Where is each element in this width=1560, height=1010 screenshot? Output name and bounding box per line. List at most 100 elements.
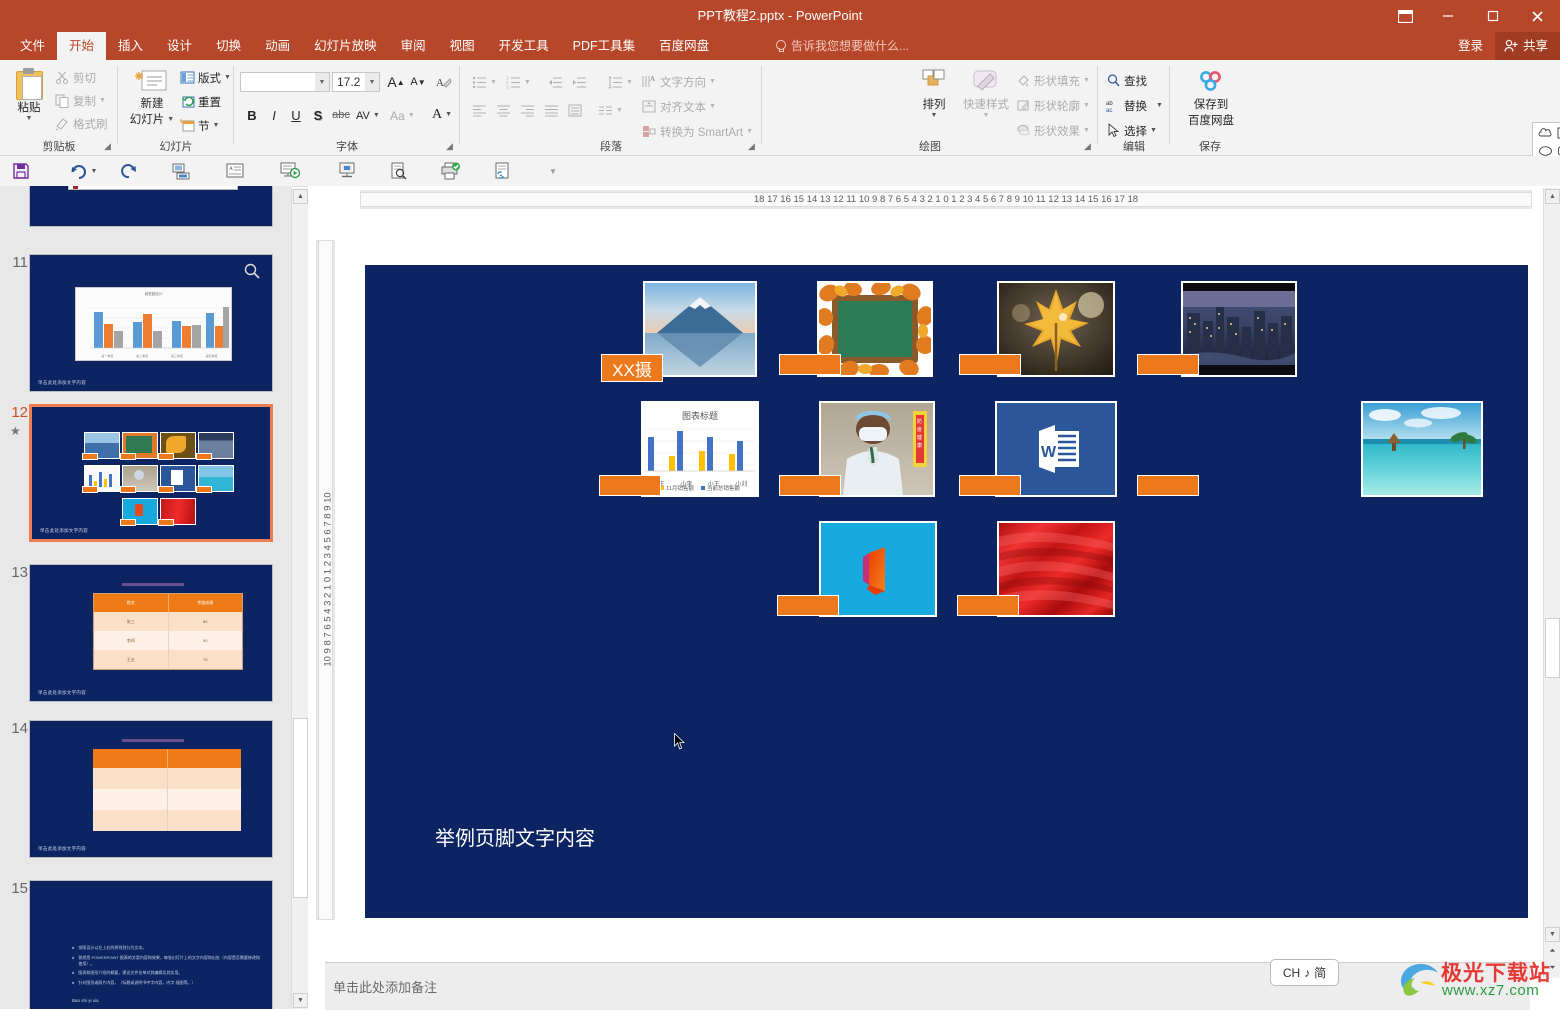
shrink-font-button[interactable]: A▼ <box>406 71 430 93</box>
shape-fill-caret-icon[interactable]: ▼ <box>1083 77 1090 84</box>
bold-button[interactable]: B <box>240 104 264 126</box>
justify-button[interactable] <box>544 100 559 121</box>
tab-pdf-tools[interactable]: PDF工具集 <box>561 32 648 60</box>
caption-chart[interactable] <box>599 475 661 496</box>
layout-caret-icon[interactable]: ▼ <box>224 74 231 81</box>
present-online-icon[interactable] <box>334 160 360 182</box>
shape-outline-caret-icon[interactable]: ▼ <box>1083 102 1090 109</box>
strikethrough-button[interactable]: abc <box>328 104 354 126</box>
copy-caret-icon[interactable]: ▼ <box>99 97 106 104</box>
scrollbar-thumb[interactable] <box>1545 618 1560 678</box>
clipboard-dialog-launcher[interactable]: ◢ <box>104 141 111 152</box>
caption-beach[interactable] <box>959 475 1021 496</box>
font-color-button[interactable]: A ▼ <box>432 104 452 125</box>
italic-button[interactable]: I <box>262 104 286 126</box>
columns-button[interactable]: ▼ <box>598 100 623 121</box>
shape-outline-button[interactable]: 形状轮廓 ▼ <box>1016 95 1090 116</box>
decrease-indent-button[interactable] <box>548 72 563 93</box>
arrange-button[interactable]: 排列 ▼ <box>910 64 958 132</box>
paste-button[interactable]: 粘贴 ▼ <box>6 64 52 132</box>
underline-button[interactable]: U <box>284 104 308 126</box>
columns-caret-icon[interactable]: ▼ <box>616 107 623 114</box>
caption-doctor[interactable] <box>779 475 841 496</box>
tab-review[interactable]: 审阅 <box>389 32 438 60</box>
caption-office[interactable] <box>777 595 839 616</box>
slide-thumb-canvas[interactable]: 单击此处添加文字内容 <box>29 404 273 542</box>
numbering-button[interactable]: 123 ▼ <box>506 72 531 93</box>
layout-button[interactable]: 版式 ▼ <box>180 67 231 88</box>
scrollbar-thumb[interactable] <box>293 718 308 898</box>
maximize-button[interactable] <box>1470 0 1515 32</box>
bullets-button[interactable]: ▼ <box>472 72 497 93</box>
quick-print-icon[interactable] <box>438 160 464 182</box>
slide-thumb-canvas[interactable]: ■排版设计以左上右的原则划分为文本。 ■熟悉您 POWERPOINT 报表的文案… <box>29 880 273 1009</box>
notes-pane[interactable]: 单击此处添加备注 <box>325 962 1530 1010</box>
font-name-dropdown-caret-icon[interactable]: ▼ <box>315 73 329 91</box>
share-button[interactable]: 共享 <box>1495 32 1560 60</box>
vertical-ruler[interactable]: 10 9 8 7 6 5 4 3 2 1 0 1 2 3 4 5 6 7 8 9… <box>316 240 335 920</box>
section-button[interactable]: 节 ▼ <box>180 115 219 136</box>
tab-developer[interactable]: 开发工具 <box>487 32 561 60</box>
change-case-button[interactable]: Aa ▼ <box>390 105 415 126</box>
save-icon[interactable] <box>8 160 34 182</box>
tab-insert[interactable]: 插入 <box>106 32 155 60</box>
ime-indicator[interactable]: CH ♪ 简 <box>1270 959 1339 986</box>
shape-effects-caret-icon[interactable]: ▼ <box>1083 127 1090 134</box>
quick-styles-button[interactable]: 快速样式 ▼ <box>958 64 1014 132</box>
align-left-button[interactable] <box>472 100 487 121</box>
clear-formatting-button[interactable]: A <box>432 71 456 93</box>
font-color-caret-icon[interactable]: ▼ <box>445 111 452 118</box>
font-name-input[interactable]: ▼ <box>240 72 330 92</box>
thumbnail-panel-scrollbar[interactable]: ▲ ▼ <box>291 188 309 1009</box>
numbering-caret-icon[interactable]: ▼ <box>524 79 531 86</box>
quick-styles-caret-icon[interactable]: ▼ <box>983 112 990 119</box>
tab-baidu-netdisk[interactable]: 百度网盘 <box>647 32 721 60</box>
select-caret-icon[interactable]: ▼ <box>1150 127 1157 134</box>
font-size-dropdown-caret-icon[interactable]: ▼ <box>365 73 379 91</box>
scroll-up-icon[interactable]: ▲ <box>293 189 308 204</box>
scroll-down-icon[interactable]: ▼ <box>293 993 308 1008</box>
tab-design[interactable]: 设计 <box>155 32 204 60</box>
bullets-caret-icon[interactable]: ▼ <box>490 79 497 86</box>
copy-button[interactable]: 复制 ▼ <box>55 90 106 111</box>
start-from-beginning-icon[interactable] <box>168 160 194 182</box>
caption-redsilk[interactable] <box>957 595 1019 616</box>
scroll-up-icon[interactable]: ▲ <box>1545 189 1560 204</box>
caption-mountain[interactable]: XX摄 <box>601 354 663 382</box>
text-direction-caret-icon[interactable]: ▼ <box>709 78 716 85</box>
align-text-caret-icon[interactable]: ▼ <box>709 103 716 110</box>
slide-pane-scrollbar[interactable]: ▲ ▼ ⏶ ⏷ <box>1543 188 1560 978</box>
find-button[interactable]: 查找 <box>1106 70 1147 91</box>
caption-cityscape[interactable] <box>1137 354 1199 375</box>
reset-button[interactable]: 重置 <box>180 91 221 112</box>
new-slide-caret-icon[interactable]: ▼ <box>167 116 174 123</box>
tab-home[interactable]: 开始 <box>57 32 106 60</box>
new-slide-button[interactable]: 新建 幻灯片 ▼ <box>126 64 178 132</box>
text-shadow-button[interactable]: S <box>306 104 330 126</box>
tab-slideshow[interactable]: 幻灯片放映 <box>302 32 389 60</box>
picture-beach[interactable] <box>1361 401 1483 497</box>
slide-thumb-canvas[interactable] <box>29 186 273 227</box>
save-to-baidu-netdisk-button[interactable]: 保存到 百度网盘 <box>1180 66 1242 132</box>
distribute-text-button[interactable] <box>568 100 583 121</box>
align-right-button[interactable] <box>520 100 535 121</box>
format-painter-button[interactable]: 格式刷 <box>55 113 108 134</box>
shape-textbox-icon[interactable]: A <box>1555 125 1560 141</box>
slide-canvas[interactable]: XX摄 <box>365 265 1528 918</box>
grow-font-button[interactable]: A▲ <box>384 71 408 93</box>
close-button[interactable] <box>1515 0 1560 32</box>
replace-button[interactable]: abac 替换 ▼ <box>1106 95 1163 116</box>
slide-footer-text[interactable]: 举例页脚文字内容 <box>435 822 595 851</box>
undo-icon[interactable]: ▼ <box>64 160 102 182</box>
customize-qat-caret-icon[interactable]: ▼ <box>540 160 566 182</box>
slide-thumb-canvas[interactable]: 单击此处添加文字内容 <box>29 720 273 858</box>
arrange-caret-icon[interactable]: ▼ <box>931 112 938 119</box>
tab-transitions[interactable]: 切换 <box>204 32 253 60</box>
ribbon-display-options-icon[interactable] <box>1385 0 1425 32</box>
cut-button[interactable]: 剪切 <box>55 67 96 88</box>
slideshow-from-current-icon[interactable] <box>277 160 303 182</box>
horizontal-ruler[interactable]: 18 17 16 15 14 13 12 11 10 9 8 7 6 5 4 3… <box>360 190 1532 209</box>
text-direction-button[interactable]: A 文字方向 ▼ <box>642 71 716 92</box>
line-spacing-caret-icon[interactable]: ▼ <box>626 79 633 86</box>
caption-blackboard[interactable] <box>779 354 841 375</box>
